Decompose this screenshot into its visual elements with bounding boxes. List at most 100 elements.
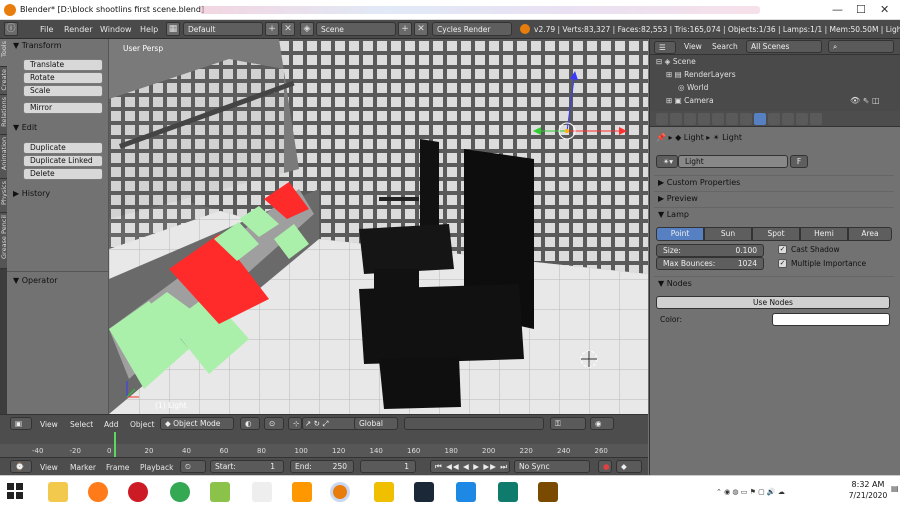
tab-animation[interactable]: Animation xyxy=(0,135,8,179)
menu-help[interactable]: Help xyxy=(140,25,158,34)
opera-icon[interactable] xyxy=(128,482,148,502)
render-preview-icon[interactable]: ◉ xyxy=(590,417,614,430)
add-scene-icon[interactable]: + xyxy=(398,22,412,36)
steam-icon[interactable] xyxy=(414,482,434,502)
orientation-select[interactable]: Global xyxy=(354,417,398,430)
color-swatch[interactable] xyxy=(772,313,890,326)
scene-field[interactable]: Scene xyxy=(316,22,396,36)
menu-window[interactable]: Window xyxy=(100,25,132,34)
close-icon[interactable]: ✕ xyxy=(880,3,889,16)
timeline[interactable]: -40 -20 0 20 40 60 80 100 120 140 160 180 200 220 240 2… xyxy=(0,432,648,457)
properties-tab-physics-icon[interactable] xyxy=(810,113,822,125)
taskbar-clock[interactable]: 8:32 AM 7/21/2020 xyxy=(838,480,898,500)
lamp-type-hemi[interactable]: Hemi xyxy=(800,227,848,241)
render-engine-select[interactable]: Cycles Render xyxy=(432,22,512,36)
properties-tab-render-icon[interactable] xyxy=(656,113,668,125)
lamp-datablock-icon[interactable]: ✴▾ xyxy=(656,155,678,168)
tab-create[interactable]: Create xyxy=(0,67,8,95)
shading-icon[interactable]: ◐ xyxy=(240,417,260,430)
properties-tab-world-icon[interactable] xyxy=(698,113,710,125)
menu-frame[interactable]: Frame xyxy=(106,463,129,472)
remove-layout-icon[interactable]: ✕ xyxy=(281,22,295,36)
end-frame-field[interactable]: End: 250 xyxy=(290,460,354,473)
playback-controls[interactable]: ⏮ ◀◀ ◀ ▶ ▶▶ ⏭ xyxy=(430,460,510,473)
menu-object[interactable]: Object xyxy=(130,420,154,429)
duplicate-button[interactable]: Duplicate xyxy=(23,142,103,154)
lamp-type-sun[interactable]: Sun xyxy=(704,227,752,241)
current-frame-field[interactable]: 1 xyxy=(360,460,416,473)
add-layout-icon[interactable]: + xyxy=(265,22,279,36)
camera-app-icon[interactable] xyxy=(456,482,476,502)
preview-range-icon[interactable]: ⏲ xyxy=(180,460,206,473)
notification-icon[interactable]: ▤ xyxy=(891,484,899,493)
operator-panel-header[interactable]: ▼ Operator xyxy=(13,276,58,285)
duplicate-linked-button[interactable]: Duplicate Linked xyxy=(23,155,103,167)
edit-panel-header[interactable]: ▼ Edit xyxy=(13,123,37,132)
mirror-button[interactable]: Mirror xyxy=(23,102,103,114)
app-icon-brown[interactable] xyxy=(538,482,558,502)
menu-file[interactable]: File xyxy=(40,25,53,34)
maximize-icon[interactable]: ☐ xyxy=(856,3,866,16)
layers-grid[interactable] xyxy=(404,417,544,430)
remove-scene-icon[interactable]: ✕ xyxy=(414,22,428,36)
scratch-icon[interactable] xyxy=(292,482,312,502)
menu-view[interactable]: View xyxy=(40,420,58,429)
outliner-row-renderlayers[interactable]: ⊞ ▤ RenderLayers xyxy=(666,70,900,82)
manipulator-toggle-icon[interactable]: ⊹ xyxy=(288,417,302,430)
lamp-type-point[interactable]: Point xyxy=(656,227,704,241)
start-frame-field[interactable]: Start: 1 xyxy=(210,460,284,473)
properties-tab-render-layers-icon[interactable] xyxy=(670,113,682,125)
minecraft-icon[interactable] xyxy=(210,482,230,502)
properties-tab-object-icon[interactable] xyxy=(712,113,724,125)
menu-select[interactable]: Select xyxy=(70,420,93,429)
fake-user-button[interactable]: F xyxy=(790,155,808,168)
lamp-type-area[interactable]: Area xyxy=(848,227,892,241)
menu-marker[interactable]: Marker xyxy=(70,463,96,472)
max-bounces-field[interactable]: Max Bounces: 1024 xyxy=(656,257,764,270)
firefox-icon[interactable] xyxy=(88,482,108,502)
menu-render[interactable]: Render xyxy=(64,25,92,34)
outliner-row-world[interactable]: ◎ World xyxy=(678,83,900,95)
scene-icon[interactable]: ◈ xyxy=(300,22,314,36)
preview-header[interactable]: ▶ Preview xyxy=(654,191,894,205)
tab-relations[interactable]: Relations xyxy=(0,95,8,135)
blender-taskbar-icon[interactable] xyxy=(330,482,350,502)
system-tray-icons[interactable]: ⌃ ◉ ◍ ▭ ⚑ ▢ 🔊 ☁ xyxy=(716,488,785,496)
outliner-search-input[interactable]: ⌕ xyxy=(828,40,894,53)
display-filter-select[interactable]: All Scenes xyxy=(746,40,822,53)
visibility-icons[interactable]: 👁 ⇖ ◫ xyxy=(850,96,880,105)
nodes-header[interactable]: ▼ Nodes xyxy=(654,276,894,290)
layout-field[interactable]: Default xyxy=(183,22,263,36)
layer-lock-icon[interactable]: ⚿ xyxy=(550,417,586,430)
delete-button[interactable]: Delete xyxy=(23,168,103,180)
properties-tab-modifiers-icon[interactable] xyxy=(740,113,752,125)
app-icon-mascot[interactable] xyxy=(252,482,272,502)
properties-tab-data-icon[interactable] xyxy=(754,113,766,125)
menu-view[interactable]: View xyxy=(40,463,58,472)
transform-panel-header[interactable]: ▼ Transform xyxy=(13,41,62,50)
scale-button[interactable]: Scale xyxy=(23,85,103,97)
translate-button[interactable]: Translate xyxy=(23,59,103,71)
tab-grease-pencil[interactable]: Grease Pencil xyxy=(0,213,8,269)
file-explorer-icon[interactable] xyxy=(48,482,68,502)
menu-playback[interactable]: Playback xyxy=(140,463,173,472)
app-icon-teal[interactable] xyxy=(498,482,518,502)
properties-tab-constraints-icon[interactable] xyxy=(726,113,738,125)
cast-shadow-checkbox[interactable]: ✓ xyxy=(778,245,787,254)
app-icon-yellow[interactable] xyxy=(374,482,394,502)
editor-type-icon[interactable]: ▣ xyxy=(10,417,32,430)
size-field[interactable]: Size: 0.100 xyxy=(656,244,764,257)
tab-tools[interactable]: Tools xyxy=(0,39,8,67)
history-panel-header[interactable]: ▶ History xyxy=(13,189,50,198)
start-icon[interactable] xyxy=(6,482,26,502)
menu-view[interactable]: View xyxy=(684,42,702,51)
lamp-name-field[interactable]: Light xyxy=(678,155,788,168)
lamp-type-spot[interactable]: Spot xyxy=(752,227,800,241)
tab-physics[interactable]: Physics xyxy=(0,179,8,213)
editor-type-icon[interactable]: ☰ xyxy=(654,41,676,54)
current-frame-marker[interactable] xyxy=(114,432,116,457)
mode-select[interactable]: ◆ Object Mode xyxy=(160,417,234,430)
minimize-icon[interactable]: — xyxy=(832,3,843,16)
rotate-button[interactable]: Rotate xyxy=(23,72,103,84)
3d-viewport[interactable]: User Persp (1) Light xyxy=(109,39,648,414)
